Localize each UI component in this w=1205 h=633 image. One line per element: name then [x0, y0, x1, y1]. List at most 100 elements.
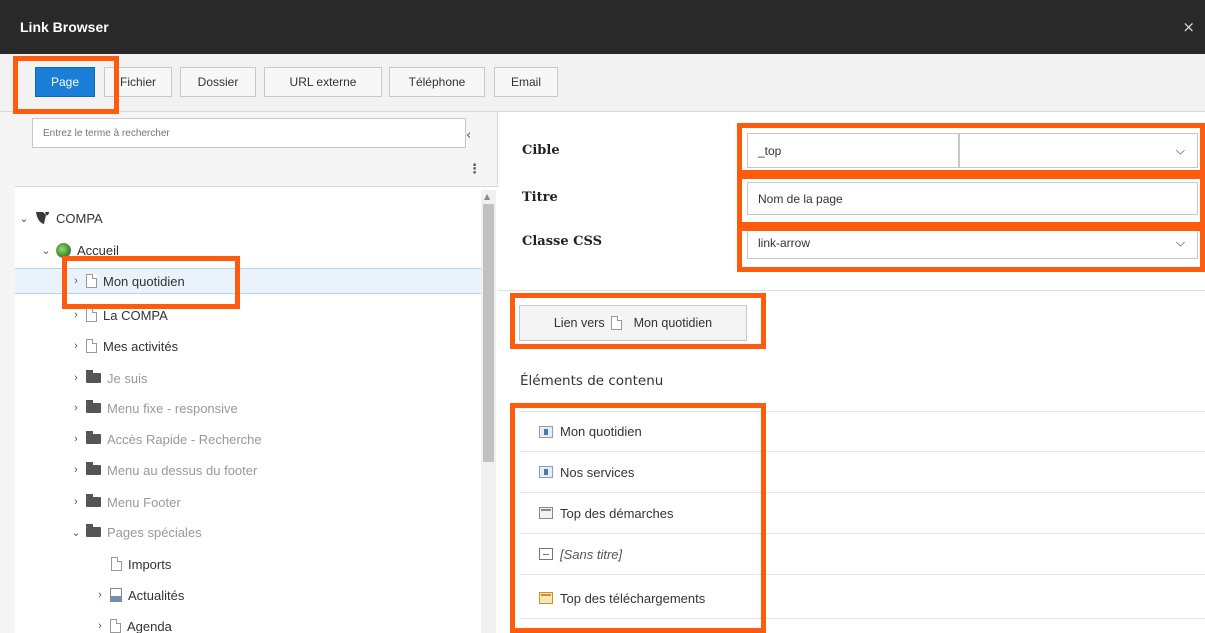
target-value: _top — [758, 143, 782, 158]
tree-item-label: Menu fixe - responsive — [107, 400, 238, 416]
modal-title: Link Browser — [20, 19, 109, 35]
content-empty-icon — [539, 548, 553, 560]
content-element-item[interactable]: Top des téléchargements — [519, 578, 1205, 619]
link-type-tabs: Page Fichier Dossier URL externe Télépho… — [0, 54, 1205, 112]
tree-item-label: Actualités — [128, 587, 185, 603]
content-element-item[interactable]: Mon quotidien — [519, 411, 1205, 452]
tree-search-input[interactable] — [32, 118, 466, 148]
tree-item-label: Imports — [128, 556, 172, 572]
tree-item-imports[interactable]: Imports — [111, 551, 171, 577]
chevron-right-icon[interactable]: › — [70, 402, 82, 414]
content-list-icon — [539, 507, 553, 519]
tree-item-la-compa[interactable]: › La COMPA — [70, 302, 168, 328]
tree-item-label: Pages spéciales — [107, 524, 202, 540]
tree-item-acces-rapide[interactable]: › Accès Rapide - Recherche — [70, 426, 262, 452]
chevron-right-icon[interactable]: › — [70, 275, 82, 287]
title-label: Titre — [522, 190, 558, 205]
title-value: Nom de la page — [758, 191, 843, 206]
content-element-item[interactable]: [Sans titre] — [519, 534, 1205, 575]
chevron-right-icon[interactable]: › — [70, 309, 82, 321]
tab-dossier[interactable]: Dossier — [180, 67, 256, 97]
tree-item-mon-quotidien[interactable]: › Mon quotidien — [15, 268, 481, 294]
page-icon — [110, 619, 121, 633]
css-class-value: link-arrow — [758, 235, 811, 250]
tree-item-je-suis[interactable]: › Je suis — [70, 365, 147, 391]
tree-item-menu-footer[interactable]: › Menu Footer — [70, 489, 181, 515]
chevron-right-icon[interactable]: › — [70, 433, 82, 445]
tab-telephone[interactable]: Téléphone — [389, 67, 485, 97]
css-class-select[interactable]: link-arrow ⌵ — [747, 226, 1198, 259]
tree-item-actualites[interactable]: › Actualités — [94, 582, 184, 608]
content-element-label: Top des téléchargements — [560, 590, 706, 606]
tab-page[interactable]: Page — [35, 67, 95, 97]
link-button-page: Mon quotidien — [633, 316, 713, 330]
tab-fichier[interactable]: Fichier — [104, 67, 172, 97]
tree-item-agenda[interactable]: › Agenda — [94, 613, 172, 633]
tree-item-accueil[interactable]: ⌄ Accueil — [40, 237, 119, 263]
link-button-prefix: Lien vers — [553, 316, 605, 330]
title-input[interactable]: Nom de la page — [747, 182, 1198, 215]
target-select[interactable]: ⌵ — [959, 133, 1198, 168]
content-text-icon — [539, 466, 553, 478]
target-label: Cible — [522, 143, 560, 158]
tab-email[interactable]: Email — [494, 67, 558, 97]
scrollbar-thumb[interactable] — [483, 204, 494, 462]
modal-titlebar: Link Browser × — [0, 0, 1205, 54]
tab-url-externe[interactable]: URL externe — [264, 67, 382, 97]
content-element-label: Top des démarches — [560, 505, 674, 521]
chevron-right-icon[interactable]: › — [70, 464, 82, 476]
css-class-label: Classe CSS — [522, 234, 602, 249]
folder-icon — [86, 494, 101, 507]
folder-icon — [86, 400, 101, 413]
target-input[interactable]: _top — [747, 133, 959, 168]
tree-item-pages-speciales[interactable]: ⌄ Pages spéciales — [70, 519, 202, 545]
chevron-right-icon[interactable]: › — [94, 620, 106, 632]
tree-item-label: Menu au dessus du footer — [107, 462, 258, 478]
content-element-label: [Sans titre] — [560, 546, 623, 562]
page-icon — [111, 557, 122, 571]
page-icon — [86, 339, 97, 353]
page-icon — [610, 316, 622, 330]
folder-icon — [86, 370, 101, 383]
content-element-label: Nos services — [560, 464, 635, 480]
tree-item-label: COMPA — [56, 210, 103, 226]
tree-item-label: Mon quotidien — [103, 273, 185, 289]
folder-icon — [86, 462, 101, 475]
page-icon — [86, 274, 97, 288]
collapse-tree-icon[interactable]: ‹ — [466, 128, 471, 143]
tree-item-compa[interactable]: ⌄ COMPA — [18, 205, 103, 231]
typo3-logo-icon — [36, 212, 49, 224]
content-element-item[interactable]: Nos services — [519, 452, 1205, 493]
content-elements-title: Éléments de contenu — [520, 373, 664, 389]
content-text-icon — [539, 425, 553, 438]
chevron-right-icon[interactable]: › — [70, 496, 82, 508]
chevron-down-icon: ⌵ — [1175, 235, 1185, 249]
tree-item-mes-activites[interactable]: › Mes activités — [70, 333, 178, 359]
close-icon[interactable]: × — [1182, 18, 1195, 36]
scroll-up-icon[interactable]: ▲ — [484, 192, 490, 201]
tree-scrollbar[interactable]: ▲ — [481, 190, 496, 633]
chevron-down-icon: ⌵ — [1175, 143, 1185, 157]
chevron-down-icon[interactable]: ⌄ — [18, 212, 30, 225]
content-element-label: Mon quotidien — [560, 424, 642, 439]
folder-icon — [86, 524, 101, 537]
chevron-right-icon[interactable]: › — [94, 589, 106, 601]
chevron-down-icon[interactable]: ⌄ — [40, 244, 52, 257]
content-element-item[interactable]: Top des démarches — [519, 493, 1205, 534]
chevron-down-icon[interactable]: ⌄ — [70, 526, 82, 539]
tree-item-label: Accueil — [77, 242, 119, 258]
link-to-page-button[interactable]: Lien vers Mon quotidien — [519, 305, 747, 341]
globe-icon — [56, 242, 71, 258]
tree-item-label: Agenda — [127, 618, 172, 633]
tree-item-menu-fixe[interactable]: › Menu fixe - responsive — [70, 395, 238, 421]
tree-item-label: Mes activités — [103, 338, 179, 354]
tree-item-label: Accès Rapide - Recherche — [107, 431, 262, 447]
content-download-icon — [539, 592, 553, 604]
chevron-right-icon[interactable]: › — [70, 372, 82, 384]
tree-menu-icon[interactable]: ⋮ — [468, 162, 481, 177]
tree-item-menu-dessus-footer[interactable]: › Menu au dessus du footer — [70, 457, 257, 483]
news-icon — [110, 588, 122, 602]
folder-icon — [86, 431, 101, 444]
chevron-right-icon[interactable]: › — [70, 340, 82, 352]
tree-item-label: Je suis — [107, 370, 148, 386]
